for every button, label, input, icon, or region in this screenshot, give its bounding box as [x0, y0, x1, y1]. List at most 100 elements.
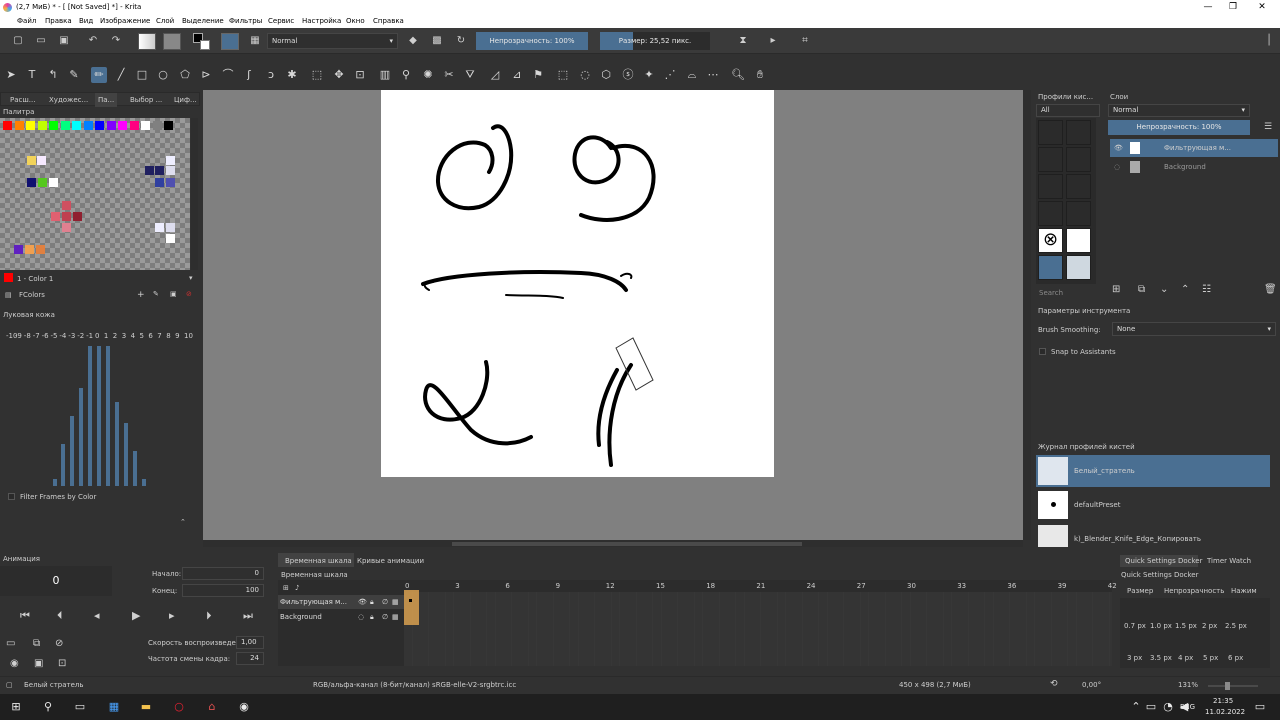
palette-swatch[interactable]	[166, 156, 175, 165]
canvas-vertical-scrollbar[interactable]	[1023, 90, 1031, 540]
palette-swatch[interactable]	[62, 201, 71, 210]
palette-swatch[interactable]	[25, 245, 34, 254]
brush-preset-thumb[interactable]	[1066, 120, 1091, 145]
layer-opacity-slider[interactable]: Непрозрачность: 100%	[1108, 120, 1250, 135]
opacity-slider[interactable]: Непрозрачность: 100%	[476, 32, 588, 50]
onion-frame-number[interactable]: 1	[104, 332, 108, 340]
move-layer-down-icon[interactable]: ⌄	[1160, 284, 1168, 295]
onion-opacity-bar[interactable]	[88, 346, 93, 486]
palette-library-icon[interactable]: ▣	[170, 290, 177, 298]
size-slider[interactable]: Размер: 25,52 пикс.	[600, 32, 710, 50]
network-icon[interactable]: ◔	[1160, 699, 1176, 715]
calculator-icon[interactable]: ▦	[106, 699, 122, 715]
size-preset[interactable]: 4 px	[1178, 654, 1193, 662]
smart-patch-tool-icon[interactable]: ✂	[441, 67, 457, 83]
edit-swatch-icon[interactable]: ✎	[153, 290, 159, 298]
timeline-frame-number[interactable]: 15	[656, 582, 665, 590]
zoom-tool-icon[interactable]: 🔍︎	[730, 67, 746, 83]
brush-smoothing-select[interactable]: None ▾	[1112, 322, 1276, 336]
krita-taskbar-icon[interactable]: ◉	[236, 699, 252, 715]
brush-search-input[interactable]: Search	[1039, 289, 1063, 297]
onion-frame-number[interactable]: 10	[184, 332, 193, 340]
palette-scrollbar[interactable]	[191, 118, 198, 270]
onion-frame-number[interactable]: 2	[113, 332, 117, 340]
palette-swatch[interactable]	[27, 156, 36, 165]
bezier-select-tool-icon[interactable]: ⌓	[684, 67, 700, 83]
last-frame-icon[interactable]: ⏭	[243, 609, 253, 623]
next-frame-icon[interactable]: ▸	[169, 609, 175, 622]
file-explorer-icon[interactable]: ▬	[138, 699, 154, 715]
brush-preset-thumb[interactable]	[1066, 201, 1091, 226]
open-folder-icon[interactable]: ▭	[34, 34, 48, 48]
close-button[interactable]: ✕	[1244, 0, 1280, 15]
gradient-tool-icon[interactable]: ▥	[377, 67, 393, 83]
onion-frame-number[interactable]: -1	[86, 332, 93, 340]
palette-swatch[interactable]	[95, 121, 104, 130]
timeline-audio-icon[interactable]: ♪	[295, 584, 299, 592]
palette-swatch[interactable]	[141, 121, 150, 130]
layer-name[interactable]: Background	[1164, 158, 1206, 176]
bezier-tool-icon[interactable]: ⌒	[220, 67, 236, 83]
tab-timer-watch[interactable]: Timer Watch	[1207, 557, 1251, 565]
frame-rate-field[interactable]: 24	[236, 652, 264, 665]
palette-swatch[interactable]	[166, 223, 175, 232]
opera-browser-icon[interactable]: ○	[171, 699, 187, 715]
palette-swatch[interactable]	[36, 245, 45, 254]
onion-opacity-bar[interactable]	[123, 423, 128, 486]
blend-mode-select[interactable]: Normal ▾	[267, 33, 398, 49]
onion-frame-number[interactable]: -7	[33, 332, 40, 340]
dynamic-brush-tool-icon[interactable]: ↄ	[263, 67, 279, 83]
palette-swatch[interactable]	[62, 212, 71, 221]
size-preset[interactable]: 3 px	[1127, 654, 1142, 662]
menu-tools[interactable]: Сервис	[268, 15, 294, 28]
brush-preset-thumb[interactable]	[1038, 120, 1063, 145]
onion-opacity-bar[interactable]	[105, 346, 110, 486]
ellipse-select-tool-icon[interactable]: ◌	[577, 67, 593, 83]
history-item[interactable]: k)_Blender_Knife_Edge_Копировать	[1036, 523, 1270, 547]
menu-filters[interactable]: Фильтры	[229, 15, 262, 28]
onion-frame-number[interactable]: 0	[95, 332, 99, 340]
onion-frame-number[interactable]: 9	[175, 332, 179, 340]
move-layer-up-icon[interactable]: ⌃	[1181, 284, 1189, 295]
grid-icon[interactable]: ▦	[248, 34, 262, 48]
previous-keyframe-icon[interactable]: ⏴	[57, 609, 63, 623]
filter-frames-checkbox[interactable]	[8, 493, 15, 500]
palette-swatch[interactable]	[166, 166, 175, 175]
notifications-icon[interactable]: ▭	[1252, 699, 1268, 715]
onion-opacity-bar[interactable]	[141, 479, 146, 486]
palette-swatch[interactable]	[166, 234, 175, 243]
palette-swatch[interactable]	[27, 178, 36, 187]
select-shapes-tool-icon[interactable]: ➤	[3, 67, 19, 83]
multibrush-tool-icon[interactable]: ✱	[284, 67, 300, 83]
wrap-around-icon[interactable]: ⌗	[798, 34, 812, 48]
brush-preset-thumb[interactable]	[1066, 255, 1091, 280]
polyline-tool-icon[interactable]: ⊳	[198, 67, 214, 83]
search-icon[interactable]: ⚲	[40, 699, 56, 715]
palette-swatch[interactable]	[106, 121, 116, 130]
palette-swatch[interactable]	[152, 121, 162, 130]
brush-tag-filter[interactable]: All	[1036, 104, 1100, 117]
brush-preset-thumb[interactable]	[1038, 174, 1063, 199]
size-preset[interactable]: 6 px	[1228, 654, 1243, 662]
onion-opacity-bar[interactable]	[70, 416, 75, 486]
layer-blend-mode-select[interactable]: Normal ▾	[1108, 104, 1250, 117]
rotation-reset-icon[interactable]: ⟲	[1050, 679, 1058, 689]
palette-swatch[interactable]	[62, 223, 71, 232]
layer-properties-icon[interactable]: ☰	[1264, 122, 1272, 132]
add-swatch-icon[interactable]: +	[137, 290, 145, 300]
zoom-slider-thumb[interactable]	[1225, 682, 1230, 690]
onion-frame-number[interactable]: 7	[157, 332, 161, 340]
tab-animation-curves[interactable]: Кривые анимации	[357, 557, 424, 565]
next-keyframe-icon[interactable]: ⏵	[206, 609, 212, 623]
keyframe-dot[interactable]	[409, 599, 412, 602]
palette-swatch[interactable]	[145, 166, 154, 175]
tab-advanced-color[interactable]: Расш...	[7, 93, 38, 107]
palette-swatch[interactable]	[129, 121, 139, 130]
size-preset[interactable]: 2 px	[1202, 622, 1217, 630]
duplicate-keyframe-icon[interactable]: ⧉	[33, 638, 40, 649]
brush-preset-thumb[interactable]	[1038, 147, 1063, 172]
snap-assistants-checkbox[interactable]	[1039, 348, 1046, 355]
onion-opacity-bar[interactable]	[61, 444, 66, 486]
brush-preset-thumb[interactable]: ⊗	[1038, 228, 1063, 253]
pin-icon[interactable]: ▦	[392, 610, 399, 624]
